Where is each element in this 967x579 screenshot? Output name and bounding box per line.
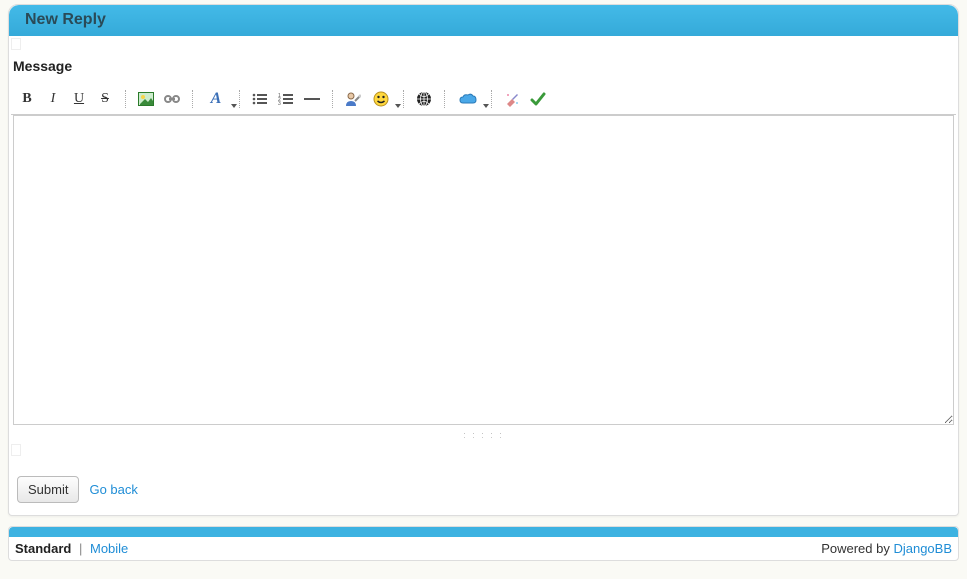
toolbar-separator (192, 90, 193, 108)
smiley-button[interactable] (367, 88, 395, 110)
resize-grip[interactable]: : : : : : (11, 430, 956, 440)
smiley-icon (373, 91, 389, 107)
ul-icon (252, 92, 268, 106)
clean-button[interactable] (500, 88, 524, 110)
djangobb-link[interactable]: DjangoBB (893, 541, 952, 556)
toolbar-separator (239, 90, 240, 108)
powered-by: Powered by DjangoBB (821, 541, 952, 556)
toolbar-separator (491, 90, 492, 108)
user-icon (345, 91, 361, 107)
hr-button[interactable] (300, 88, 324, 110)
footer-row: Standard | Mobile Powered by DjangoBB (9, 537, 958, 560)
strike-button[interactable]: S (93, 88, 117, 110)
submit-button[interactable]: Submit (17, 476, 79, 503)
toolbar-separator (444, 90, 445, 108)
ol-icon: 1 2 3 (278, 92, 294, 106)
italic-button[interactable]: I (41, 88, 65, 110)
image-button[interactable] (134, 88, 158, 110)
cloud-icon (459, 93, 477, 105)
view-switcher: Standard | Mobile (15, 541, 128, 556)
chevron-down-icon (395, 104, 401, 108)
footer-separator: | (79, 541, 82, 556)
clean-icon (504, 91, 520, 107)
globe-icon (416, 91, 432, 107)
underline-button[interactable]: U (67, 88, 91, 110)
chevron-down-icon (483, 104, 489, 108)
powered-by-text: Powered by (821, 541, 893, 556)
message-textarea[interactable] (13, 115, 954, 425)
footer-accent (9, 527, 958, 537)
collapsed-field-top (11, 38, 21, 50)
globe-button[interactable] (412, 88, 436, 110)
user-button[interactable] (341, 88, 365, 110)
standard-view: Standard (15, 541, 71, 556)
collapsed-field-bottom (11, 444, 21, 456)
form-actions: Submit Go back (11, 476, 956, 509)
image-icon (138, 92, 154, 106)
page-footer: Standard | Mobile Powered by DjangoBB (8, 526, 959, 561)
unordered-list-button[interactable] (248, 88, 272, 110)
panel-title: New Reply (9, 5, 958, 36)
new-reply-panel: New Reply Message B I U S (8, 4, 959, 516)
link-button[interactable] (160, 88, 184, 110)
message-label: Message (11, 54, 956, 84)
toolbar-separator (125, 90, 126, 108)
link-icon (164, 93, 180, 105)
panel-body: Message B I U S (9, 36, 958, 515)
hr-icon (304, 96, 320, 102)
go-back-link[interactable]: Go back (89, 482, 137, 497)
font-button[interactable]: A (201, 88, 231, 110)
ordered-list-button[interactable]: 1 2 3 (274, 88, 298, 110)
check-button[interactable] (526, 88, 550, 110)
cloud-button[interactable] (453, 88, 483, 110)
svg-text:3: 3 (278, 101, 281, 106)
font-icon: A (211, 90, 222, 108)
toolbar-separator (403, 90, 404, 108)
mobile-view-link[interactable]: Mobile (90, 541, 128, 556)
toolbar-separator (332, 90, 333, 108)
chevron-down-icon (231, 104, 237, 108)
bold-button[interactable]: B (15, 88, 39, 110)
check-icon (530, 91, 546, 107)
editor-toolbar: B I U S A (11, 84, 956, 115)
